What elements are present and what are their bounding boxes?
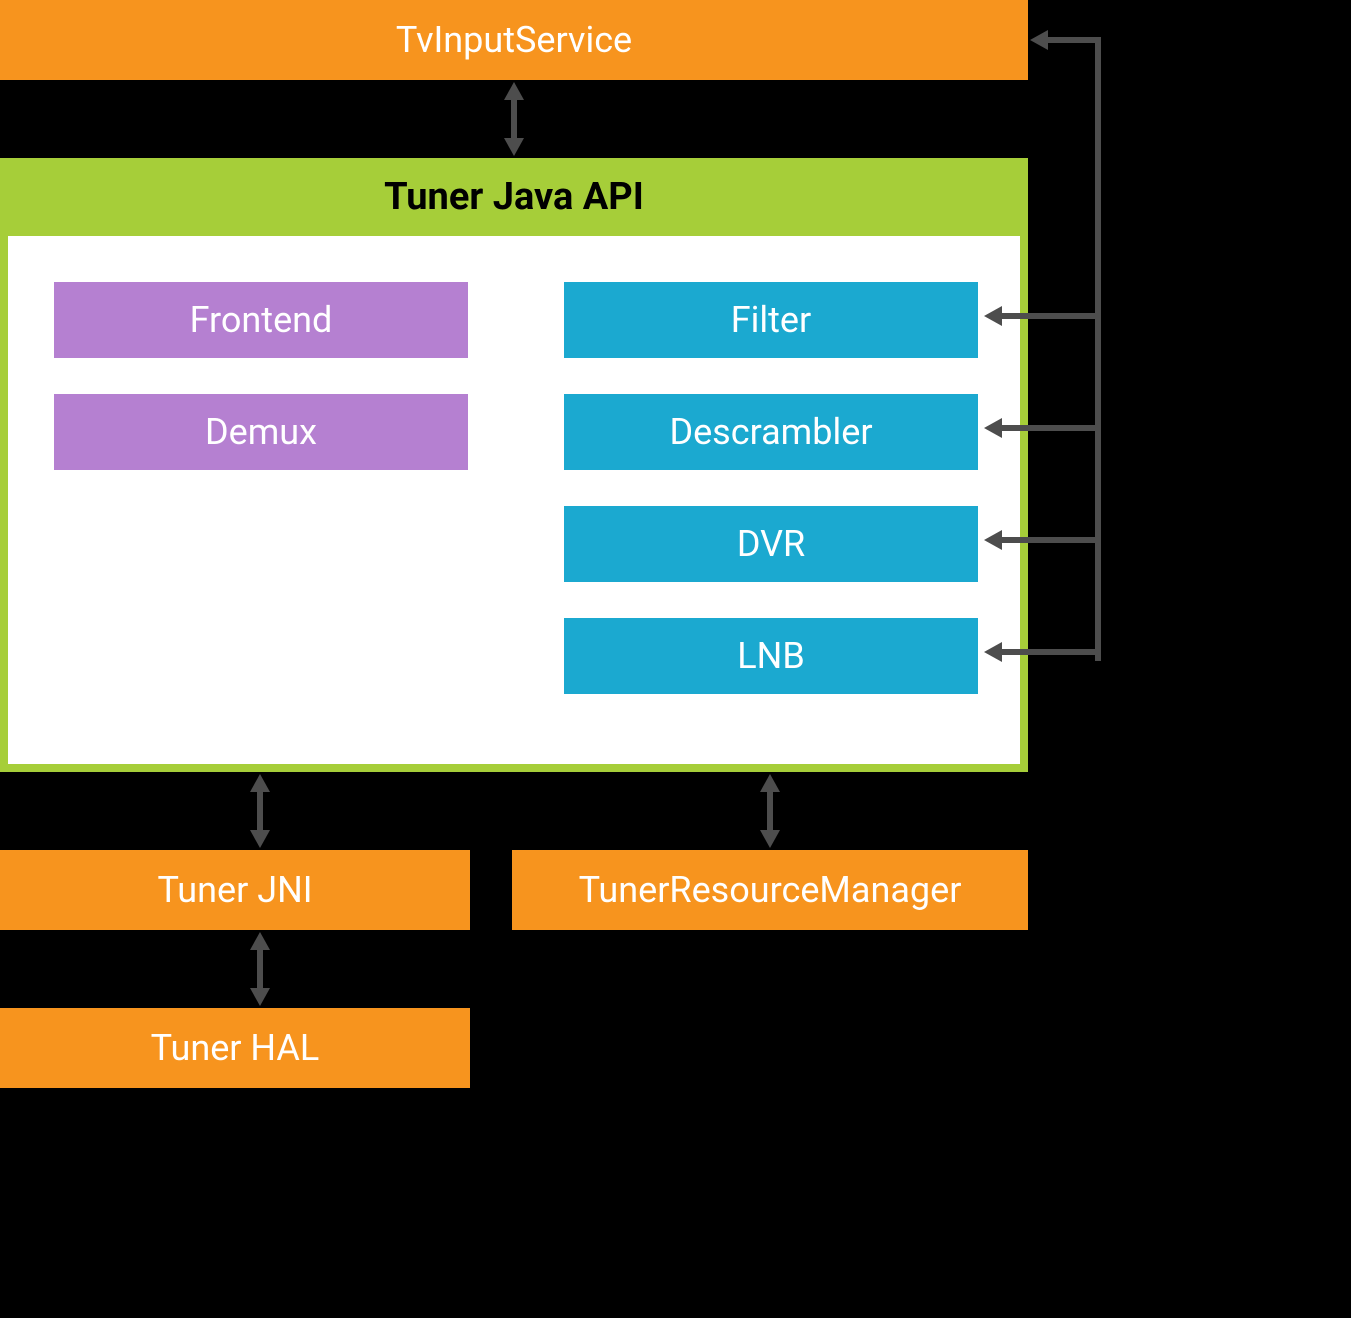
- tuner-hal-box: Tuner HAL: [0, 1008, 470, 1088]
- arrow-down-icon: [760, 830, 780, 848]
- arrow-left-icon: [1030, 30, 1048, 50]
- arrow-down-icon: [250, 988, 270, 1006]
- dvr-box: DVR: [564, 506, 978, 582]
- connector-line: [1000, 537, 1095, 543]
- tv-input-service-label: TvInputService: [396, 19, 632, 61]
- lnb-label: LNB: [737, 635, 805, 677]
- tuner-jni-label: Tuner JNI: [157, 869, 312, 911]
- connector-line: [1095, 37, 1101, 661]
- tuner-java-api-container: Tuner Java API Frontend Demux Filter Des…: [0, 158, 1028, 772]
- tuner-resource-manager-box: TunerResourceManager: [512, 850, 1028, 930]
- connector-line: [1095, 655, 1101, 661]
- arrow-left-icon: [984, 530, 1002, 550]
- tuner-java-api-header: Tuner Java API: [4, 162, 1024, 232]
- connector-line: [1046, 37, 1095, 43]
- connector-line: [1000, 649, 1095, 655]
- filter-label: Filter: [731, 299, 811, 341]
- arrow-down-icon: [250, 830, 270, 848]
- lnb-box: LNB: [564, 618, 978, 694]
- tuner-java-api-body: Frontend Demux Filter Descrambler DVR LN…: [8, 236, 1020, 764]
- tuner-hal-label: Tuner HAL: [151, 1027, 320, 1069]
- tuner-java-api-label: Tuner Java API: [384, 175, 644, 219]
- filter-box: Filter: [564, 282, 978, 358]
- frontend-box: Frontend: [54, 282, 468, 358]
- connector-line: [1000, 425, 1095, 431]
- connector-line: [257, 946, 263, 992]
- connector-line: [511, 96, 517, 142]
- descrambler-box: Descrambler: [564, 394, 978, 470]
- arrow-left-icon: [984, 642, 1002, 662]
- connector-line: [1000, 313, 1095, 319]
- arrow-left-icon: [984, 418, 1002, 438]
- connector-line: [767, 788, 773, 834]
- demux-box: Demux: [54, 394, 468, 470]
- tv-input-service-box: TvInputService: [0, 0, 1028, 80]
- frontend-label: Frontend: [190, 299, 333, 341]
- tuner-resource-manager-label: TunerResourceManager: [579, 869, 962, 911]
- dvr-label: DVR: [737, 523, 805, 565]
- descrambler-label: Descrambler: [669, 411, 872, 453]
- connector-line: [257, 788, 263, 834]
- arrow-left-icon: [984, 306, 1002, 326]
- tuner-jni-box: Tuner JNI: [0, 850, 470, 930]
- arrow-down-icon: [504, 138, 524, 156]
- demux-label: Demux: [205, 411, 317, 453]
